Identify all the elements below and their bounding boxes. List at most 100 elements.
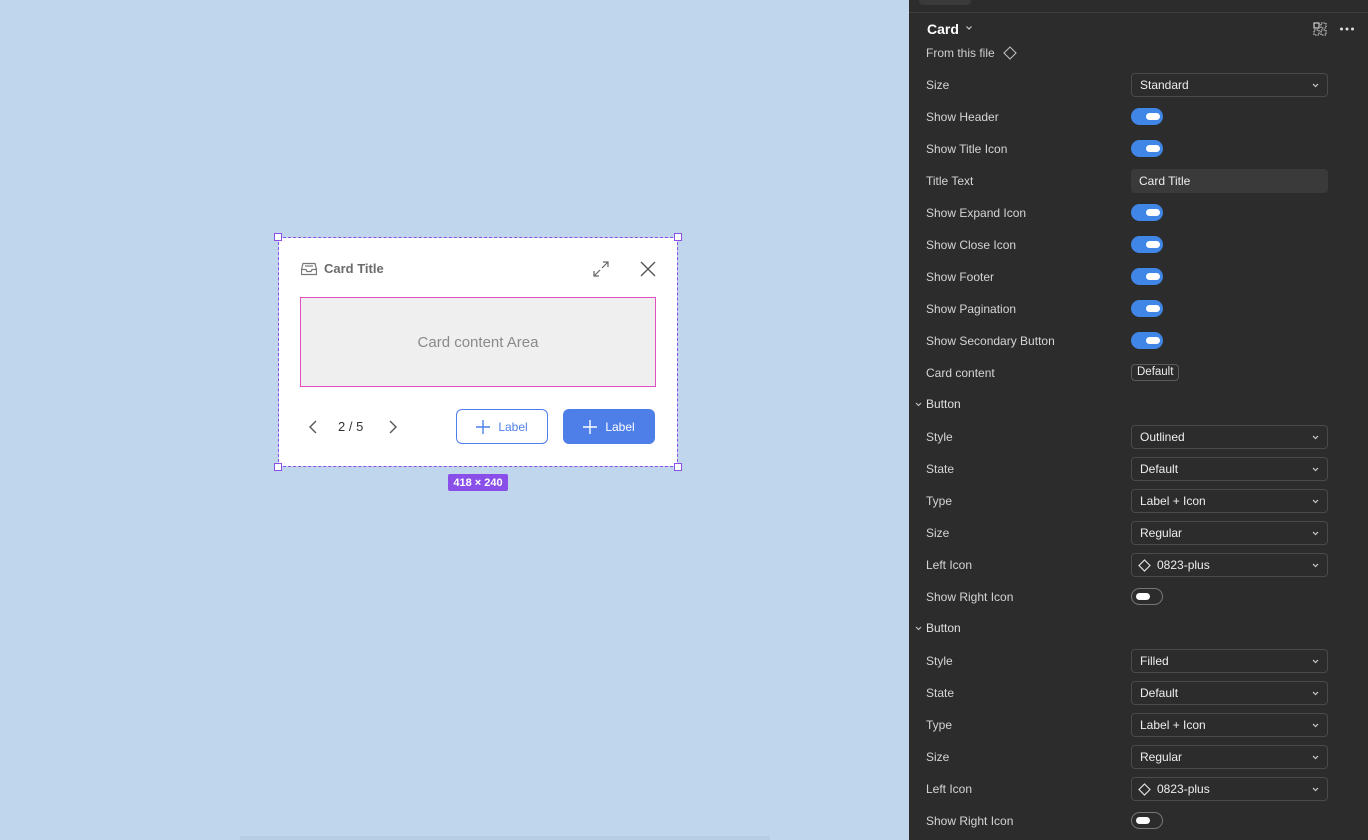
show-header-toggle[interactable] <box>1131 108 1163 125</box>
card-content-label: Card content <box>926 366 995 380</box>
toggle-knob <box>1136 817 1150 824</box>
size-badge: 418 × 240 <box>448 474 508 491</box>
button-1-show-right-icon-label: Show Right Icon <box>926 590 1014 604</box>
design-canvas[interactable]: Card Title Card content Area 2 / 5 Label… <box>0 0 909 840</box>
component-grid-icon[interactable] <box>1313 22 1327 36</box>
chevron-down-icon <box>1312 723 1319 728</box>
section-button-1[interactable]: Button <box>915 394 1335 414</box>
section-button-2[interactable]: Button <box>915 618 1335 638</box>
section-title: Button <box>926 397 961 411</box>
button-1-type-label: Type <box>926 494 953 508</box>
button-1-style-select[interactable]: Outlined <box>1131 425 1328 449</box>
toggle-knob <box>1146 305 1160 312</box>
card-content-chip[interactable]: Default <box>1131 364 1180 381</box>
show-secondary-button-toggle[interactable] <box>1131 332 1163 349</box>
more-icon[interactable] <box>1339 22 1355 36</box>
button-1-left-icon-select[interactable]: 0823-plus <box>1131 553 1328 577</box>
size-value: Standard <box>1140 78 1189 92</box>
title-text-row: Title Text Card Title <box>926 169 1346 193</box>
source-label: From this file <box>926 46 995 60</box>
panel-divider <box>909 12 1368 13</box>
button-2-style-label: Style <box>926 654 953 668</box>
show-expand-icon-toggle[interactable] <box>1131 204 1163 221</box>
button-2-left-icon-select[interactable]: 0823-plus <box>1131 777 1328 801</box>
button-1-show-right-icon-toggle[interactable] <box>1131 588 1163 605</box>
chevron-down-icon <box>1312 659 1319 664</box>
button-2-style-select[interactable]: Filled <box>1131 649 1328 673</box>
size-row: Size Standard <box>926 73 1346 97</box>
button-2-type-value: Label + Icon <box>1140 718 1206 732</box>
button-1-size-value: Regular <box>1140 526 1183 540</box>
resize-handle-bottom-left[interactable] <box>274 463 282 471</box>
show-title-icon-toggle[interactable] <box>1131 140 1163 157</box>
chevron-down-icon <box>1312 563 1319 568</box>
show-secondary-button-row: Show Secondary Button <box>926 329 1346 353</box>
button-1-state-select[interactable]: Default <box>1131 457 1328 481</box>
show-header-row: Show Header <box>926 105 1346 129</box>
button-2-size-value: Regular <box>1140 750 1183 764</box>
toggle-knob <box>1146 209 1160 216</box>
show-close-icon-toggle[interactable] <box>1131 236 1163 253</box>
button-2-size-select[interactable]: Regular <box>1131 745 1328 769</box>
resize-handle-bottom-right[interactable] <box>674 463 682 471</box>
button-2-type-label: Type <box>926 718 953 732</box>
button-2-size-label: Size <box>926 750 950 764</box>
diamond-icon <box>1138 559 1151 572</box>
show-pagination-label: Show Pagination <box>926 302 1017 316</box>
show-footer-toggle[interactable] <box>1131 268 1163 285</box>
button-1-style-value: Outlined <box>1140 430 1185 444</box>
resize-handle-top-right[interactable] <box>674 233 682 241</box>
button-1-size-select[interactable]: Regular <box>1131 521 1328 545</box>
show-title-icon-label: Show Title Icon <box>926 142 1008 156</box>
button-1-state-row: State Default <box>926 457 1346 481</box>
selection-frame <box>274 233 682 471</box>
button-2-show-right-icon-toggle[interactable] <box>1131 812 1163 829</box>
show-pagination-toggle[interactable] <box>1131 300 1163 317</box>
button-1-size-row: Size Regular <box>926 521 1346 545</box>
panel-tab[interactable] <box>919 0 971 5</box>
show-close-icon-row: Show Close Icon <box>926 233 1346 257</box>
diamond-icon[interactable] <box>1002 46 1017 60</box>
size-label: Size <box>926 78 950 92</box>
button-2-state-select[interactable]: Default <box>1131 681 1328 705</box>
size-select[interactable]: Standard <box>1131 73 1328 97</box>
show-title-icon-row: Show Title Icon <box>926 137 1346 161</box>
button-1-type-row: Type Label + Icon <box>926 489 1346 513</box>
title-text-input[interactable]: Card Title <box>1131 169 1328 193</box>
chevron-down-icon <box>1312 755 1319 760</box>
chevron-down-icon <box>1312 787 1319 792</box>
show-close-icon-label: Show Close Icon <box>926 238 1017 252</box>
toggle-knob <box>1146 241 1160 248</box>
component-name[interactable]: Card <box>927 20 959 38</box>
button-2-left-icon-row: Left Icon 0823-plus <box>926 777 1346 801</box>
button-1-size-label: Size <box>926 526 950 540</box>
chevron-down-icon <box>915 626 922 631</box>
toggle-knob <box>1146 145 1160 152</box>
component-source: From this file <box>926 45 1017 61</box>
section-title: Button <box>926 621 961 635</box>
chevron-down-icon <box>1312 467 1319 472</box>
chevron-down-icon <box>1312 83 1319 88</box>
chevron-down-icon[interactable] <box>965 24 973 32</box>
button-2-style-row: Style Filled <box>926 649 1346 673</box>
button-2-type-select[interactable]: Label + Icon <box>1131 713 1328 737</box>
button-1-type-value: Label + Icon <box>1140 494 1206 508</box>
button-2-left-icon-value: 0823-plus <box>1157 782 1210 796</box>
chevron-down-icon <box>1312 499 1319 504</box>
title-text-label: Title Text <box>926 174 974 188</box>
toggle-knob <box>1146 273 1160 280</box>
button-1-type-select[interactable]: Label + Icon <box>1131 489 1328 513</box>
button-2-state-row: State Default <box>926 681 1346 705</box>
button-2-type-row: Type Label + Icon <box>926 713 1346 737</box>
chevron-down-icon <box>915 402 922 407</box>
button-1-state-label: State <box>926 462 955 476</box>
button-1-left-icon-label: Left Icon <box>926 558 973 572</box>
card-content-row: Card content Default <box>926 361 1346 385</box>
button-2-style-value: Filled <box>1140 654 1169 668</box>
show-footer-label: Show Footer <box>926 270 995 284</box>
resize-handle-top-left[interactable] <box>274 233 282 241</box>
button-2-left-icon-label: Left Icon <box>926 782 973 796</box>
show-secondary-button-label: Show Secondary Button <box>926 334 1055 348</box>
chevron-down-icon <box>1312 691 1319 696</box>
button-2-size-row: Size Regular <box>926 745 1346 769</box>
